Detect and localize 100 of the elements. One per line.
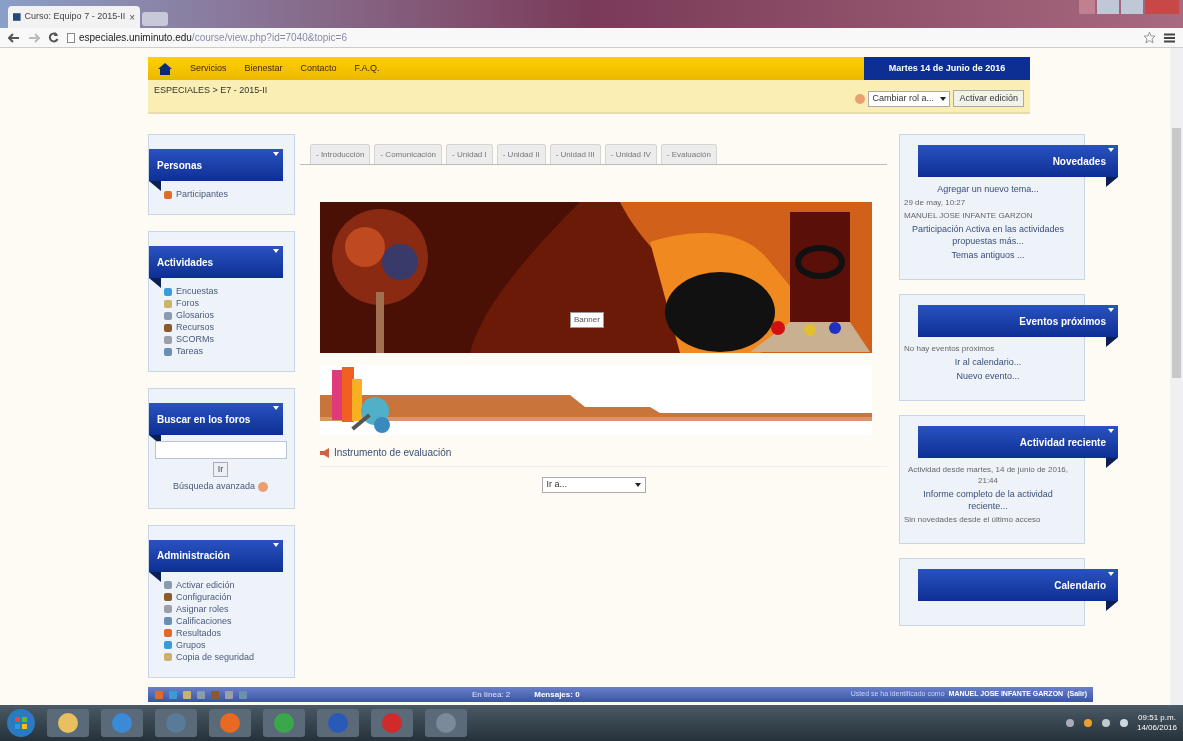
block-link[interactable]: Tareas	[176, 347, 203, 356]
search-field[interactable]	[154, 441, 287, 459]
dropdown-caret-icon	[634, 483, 641, 487]
block-header: Administración	[149, 539, 283, 572]
block-link[interactable]: Resultados	[176, 628, 222, 638]
home-icon[interactable]	[158, 62, 172, 75]
block-link[interactable]: Grupos	[176, 640, 206, 650]
nav-link[interactable]: Servicios	[190, 61, 227, 76]
nav-link[interactable]: F.A.Q.	[354, 61, 380, 76]
nav-link[interactable]: Contacto	[300, 61, 337, 76]
block-link[interactable]: Temas antiguos ...	[904, 249, 1072, 261]
back-icon[interactable]	[8, 32, 20, 43]
block-link[interactable]: Informe completo de la actividad reciente...	[904, 488, 1072, 512]
item-icon	[163, 189, 173, 200]
header-fold-icon	[1106, 177, 1118, 187]
unit-tab[interactable]: - Unidad IV	[604, 144, 657, 164]
reload-icon[interactable]	[48, 32, 59, 43]
block-text: No hay eventos próximos	[904, 343, 996, 354]
block-link[interactable]: Activar edición	[176, 580, 235, 590]
dock-icon[interactable]	[224, 689, 234, 700]
collapse-icon[interactable]	[273, 249, 279, 253]
block-link[interactable]: Nuevo evento...	[904, 370, 1072, 382]
header-fold-icon	[1106, 337, 1118, 347]
clock[interactable]: 09:51 p.m. 14/06/2016	[1136, 713, 1177, 733]
collapse-icon[interactable]	[1108, 429, 1114, 433]
block-link[interactable]: Ir al calendario...	[904, 356, 1072, 368]
dock-icon[interactable]	[196, 689, 206, 700]
collapse-icon[interactable]	[1108, 148, 1114, 152]
block-header: Personas	[149, 149, 283, 181]
app-icon[interactable]	[262, 708, 306, 738]
browser-tab[interactable]: Curso: Equipo 7 - 2015-II ×	[8, 6, 140, 28]
message-count[interactable]: Mensajes: 0	[534, 688, 580, 701]
block-link[interactable]: Foros	[176, 299, 199, 308]
unit-tab[interactable]: - Evaluación	[660, 144, 717, 164]
start-icon[interactable]	[6, 708, 36, 738]
block-link[interactable]: Calificaciones	[176, 616, 232, 626]
search-button[interactable]: Ir	[212, 462, 229, 477]
item-icon	[163, 346, 173, 357]
block-text: Actividad desde martes, 14 de junio de 2016, 21:44	[906, 464, 1070, 486]
unit-tab[interactable]: - Unidad III	[549, 144, 601, 164]
collapse-icon[interactable]	[1108, 308, 1114, 312]
collapse-icon[interactable]	[273, 152, 279, 156]
collapse-icon[interactable]	[1108, 572, 1114, 576]
block-link[interactable]: Glosarios	[176, 311, 214, 320]
edit-button[interactable]: Activar edición	[953, 90, 1024, 107]
dock-icon[interactable]	[154, 689, 164, 700]
jump-select[interactable]: Ir a...	[541, 477, 646, 493]
unit-tab[interactable]: - Introducción	[310, 144, 371, 164]
block-header: Actividades	[149, 246, 283, 278]
block-link[interactable]: Recursos	[176, 323, 214, 332]
app-icon[interactable]	[208, 708, 252, 738]
tray-icon[interactable]	[1082, 718, 1093, 728]
tray-icon[interactable]	[1118, 718, 1129, 728]
block-link[interactable]: Agregar un nuevo tema...	[904, 183, 1072, 195]
item-icon	[163, 286, 173, 297]
unit-tab[interactable]: - Unidad II	[496, 144, 546, 164]
item-icon	[163, 310, 173, 321]
app-icon[interactable]	[424, 708, 468, 738]
page-icon	[67, 32, 75, 43]
header-fold-icon	[149, 278, 161, 288]
block-link[interactable]: Copia de seguridad	[176, 652, 255, 662]
nav-link[interactable]: Bienestar	[244, 61, 283, 76]
dock-icon[interactable]	[238, 689, 248, 700]
block-link[interactable]: Configuración	[176, 592, 232, 602]
menu-icon[interactable]	[1164, 32, 1175, 43]
block-text: Sin novedades desde el último acceso	[904, 514, 1042, 525]
item-icon	[163, 334, 173, 345]
collapse-icon[interactable]	[273, 542, 279, 547]
role-select[interactable]: Cambiar rol a...	[868, 90, 951, 107]
help-icon[interactable]	[855, 93, 866, 104]
tab-close-button[interactable]: ×	[129, 9, 135, 25]
unit-tab[interactable]: - Unidad I	[446, 144, 493, 164]
date-label: Martes 14 de Junio de 2016	[864, 57, 1030, 80]
scrollbar[interactable]	[1170, 48, 1183, 705]
tray-icon[interactable]	[1064, 718, 1075, 728]
block-link[interactable]: Participantes	[176, 190, 229, 199]
header-fold-icon	[1106, 601, 1118, 611]
block-link[interactable]: Participación Activa en las actividades propuestas más...	[904, 223, 1072, 247]
activity-link[interactable]: Instrumento de evaluación	[334, 445, 452, 460]
block-link[interactable]: Encuestas	[176, 287, 219, 296]
block-header: Buscar en los foros	[149, 403, 283, 435]
block-link[interactable]: Asignar roles	[176, 604, 229, 614]
app-icon[interactable]	[100, 708, 144, 738]
block-header: Eventos próximos	[918, 305, 1118, 337]
scrollbar-thumb[interactable]	[1172, 128, 1181, 378]
tray-icon[interactable]	[1100, 718, 1111, 728]
block-text: MANUEL JOSE INFANTE GARZON	[904, 210, 1034, 221]
breadcrumb[interactable]: ESPECIALES > E7 - 2015-II	[154, 84, 268, 98]
block-link[interactable]: SCORMs	[176, 335, 214, 344]
star-icon[interactable]	[1143, 31, 1156, 44]
header-fold-icon	[1106, 458, 1118, 468]
collapse-icon[interactable]	[273, 406, 279, 410]
speaker-icon	[320, 447, 329, 458]
advanced-search-link[interactable]: Búsqueda avanzada	[172, 480, 256, 494]
unit-tab[interactable]: - Comunicación	[374, 144, 443, 164]
app-icon[interactable]	[46, 708, 90, 738]
help-icon[interactable]	[258, 481, 269, 492]
dock-icon[interactable]	[182, 689, 192, 700]
online-count[interactable]: En línea: 2	[472, 688, 511, 701]
dock-icon[interactable]	[168, 689, 178, 700]
